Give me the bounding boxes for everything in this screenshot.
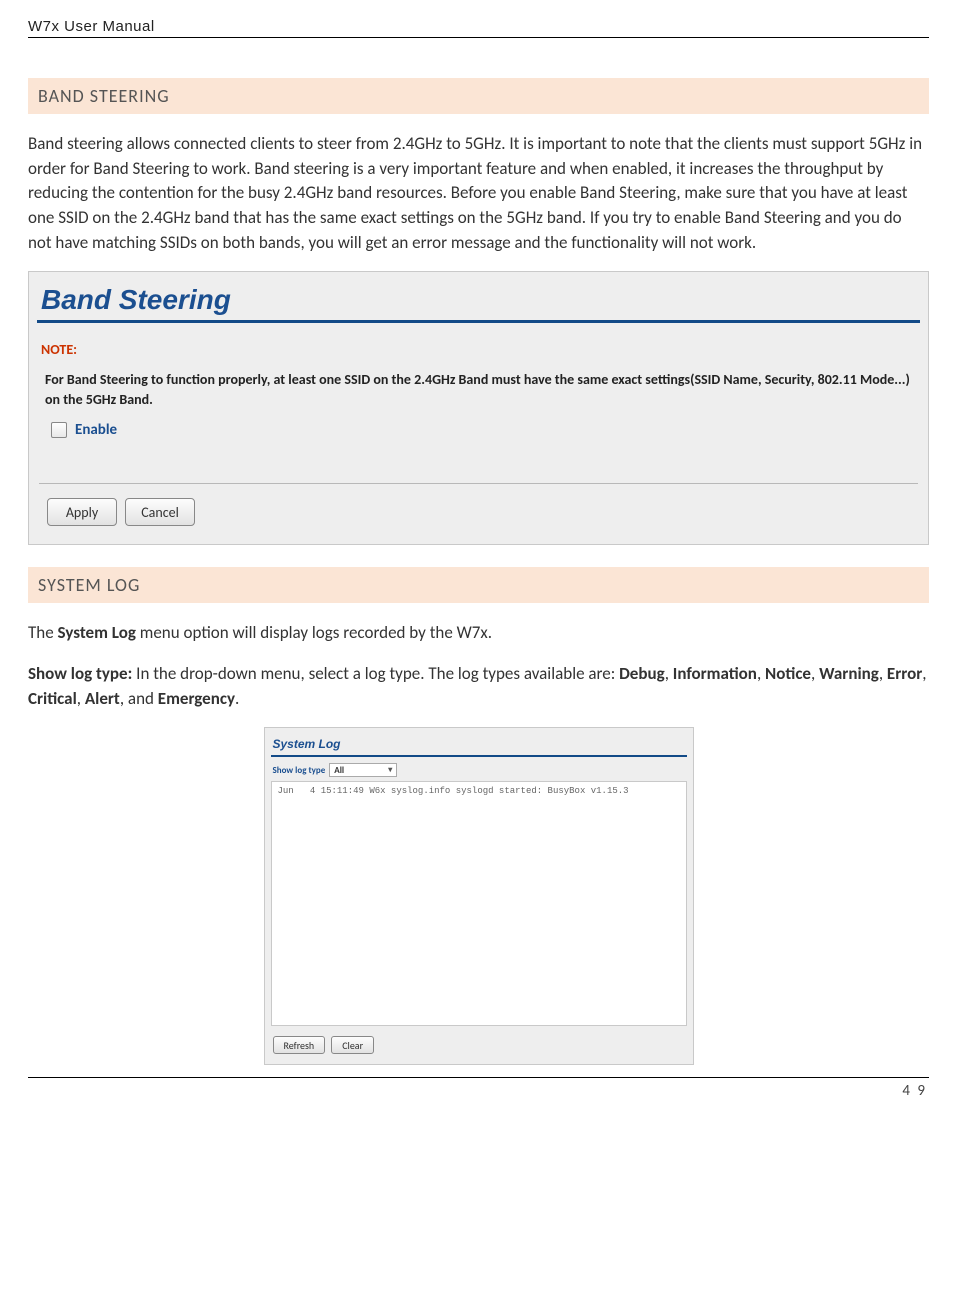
cancel-button[interactable]: Cancel (125, 498, 195, 526)
apply-button[interactable]: Apply (47, 498, 117, 526)
log-output[interactable]: Jun 4 15:11:49 W6x syslog.info syslogd s… (271, 781, 687, 1026)
header-rule (28, 37, 929, 38)
system-log-panel: System Log Show log type All ▾ Jun 4 15:… (264, 727, 694, 1065)
syslog-panel-title: System Log (273, 737, 341, 751)
type-emergency: Emergency (158, 688, 235, 709)
type-notice: Notice (765, 663, 811, 684)
band-steering-panel: Band Steering NOTE: For Band Steering to… (28, 271, 929, 545)
enable-label: Enable (75, 421, 117, 439)
footer-rule (28, 1077, 929, 1078)
panel-separator (39, 483, 918, 484)
intro-bold: System Log (58, 622, 136, 643)
chevron-down-icon: ▾ (388, 765, 392, 775)
panel-title: Band Steering (41, 284, 231, 315)
show-bold: Show log type: (28, 663, 132, 684)
note-text: For Band Steering to function properly, … (35, 358, 922, 413)
show-mid: In the drop-down menu, select a log type… (132, 663, 619, 684)
type-alert: Alert (85, 688, 120, 709)
page-number: 4 9 (28, 1082, 929, 1100)
system-log-intro: The System Log menu option will display … (28, 621, 929, 646)
type-debug: Debug (619, 663, 665, 684)
intro-suffix: menu option will display logs recorded b… (136, 622, 492, 643)
show-log-paragraph: Show log type: In the drop-down menu, se… (28, 662, 929, 711)
clear-button[interactable]: Clear (331, 1036, 374, 1054)
note-label: NOTE: (35, 341, 922, 358)
band-steering-heading: BAND STEERING (28, 78, 929, 114)
show-log-label: Show log type (273, 765, 326, 776)
system-log-heading: SYSTEM LOG (28, 567, 929, 603)
select-value: All (334, 765, 344, 776)
type-warning: Warning (819, 663, 879, 684)
type-critical: Critical (28, 688, 77, 709)
doc-title: W7x User Manual (28, 18, 155, 35)
intro-prefix: The (28, 622, 58, 643)
enable-checkbox[interactable] (51, 422, 67, 438)
refresh-button[interactable]: Refresh (273, 1036, 326, 1054)
band-steering-paragraph: Band steering allows connected clients t… (28, 132, 929, 255)
log-type-select[interactable]: All ▾ (329, 763, 397, 777)
type-information: Information (673, 663, 757, 684)
type-error: Error (887, 663, 922, 684)
